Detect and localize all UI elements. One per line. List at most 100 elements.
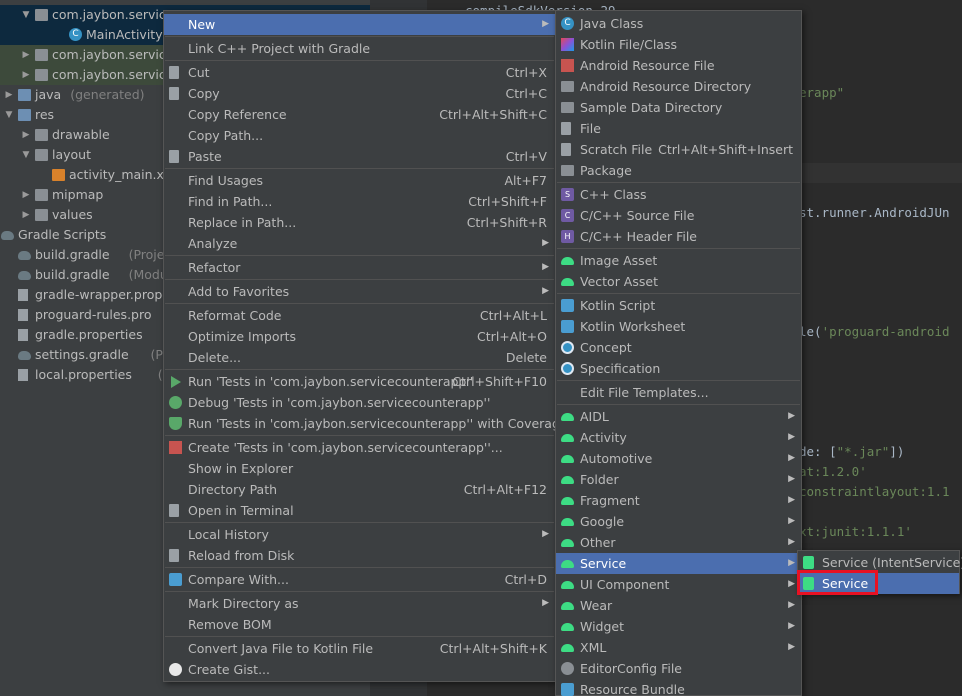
menu-item-xml[interactable]: XML ▶ — [556, 637, 801, 658]
menu-item-label: Remove BOM — [188, 617, 272, 632]
menu-item-open-in-terminal[interactable]: Open in Terminal — [164, 500, 555, 521]
menu-item-concept[interactable]: Concept — [556, 337, 801, 358]
menu-item-specification[interactable]: Specification — [556, 358, 801, 379]
menu-item-kotlin-script[interactable]: Kotlin Script — [556, 295, 801, 316]
collapse-arrow-icon[interactable]: ▶ — [21, 125, 31, 145]
collapse-arrow-icon[interactable]: ▶ — [21, 65, 31, 85]
menu-item-create-gist[interactable]: Create Gist... — [164, 659, 555, 680]
code-line: xt:junit:1.1.1' — [799, 524, 912, 539]
collapse-arrow-icon[interactable]: ▶ — [21, 45, 31, 65]
submenu-arrow-icon: ▶ — [788, 411, 795, 421]
tree-item-label: mipmap — [52, 187, 104, 202]
context-menu[interactable]: New ▶ Link C++ Project with Gradle Cut Ctrl+… — [163, 10, 568, 682]
menu-separator — [165, 60, 554, 61]
collapse-arrow-icon[interactable]: ▶ — [4, 85, 14, 105]
menu-item-fragment[interactable]: Fragment ▶ — [556, 490, 801, 511]
submenu-arrow-icon: ▶ — [542, 286, 549, 296]
menu-item-edit-file-templates[interactable]: Edit File Templates... — [556, 382, 801, 403]
menu-item-mark-directory-as[interactable]: Mark Directory as ▶ — [164, 593, 555, 614]
github-icon — [169, 663, 182, 676]
menu-item-add-to-favorites[interactable]: Add to Favorites ▶ — [164, 281, 555, 302]
menu-item-label: Concept — [580, 340, 632, 355]
menu-item-vector-asset[interactable]: Vector Asset — [556, 271, 801, 292]
android-icon — [561, 518, 574, 526]
submenu-arrow-icon: ▶ — [788, 579, 795, 589]
concept-icon — [561, 341, 574, 354]
menu-item-android-resource-file[interactable]: Android Resource File — [556, 55, 801, 76]
menu-item-label: Kotlin Worksheet — [580, 319, 686, 334]
xml-file-icon — [52, 169, 65, 181]
collapse-arrow-icon[interactable]: ▶ — [21, 205, 31, 225]
menu-item-replace-in-path[interactable]: Replace in Path... Ctrl+Shift+R — [164, 212, 555, 233]
menu-item-find-usages[interactable]: Find Usages Alt+F7 — [164, 170, 555, 191]
package-folder-icon — [35, 9, 48, 21]
menu-item-run-tests-in-com-jaybon-servicecounterapp[interactable]: Run 'Tests in 'com.jaybon.servicecounter… — [164, 371, 555, 392]
menu-item-compare-with[interactable]: Compare With... Ctrl+D — [164, 569, 555, 590]
shortcut-text: Ctrl+Alt+Shift+K — [439, 641, 547, 656]
tree-item-label: layout — [52, 147, 92, 162]
menu-item-c-c-source-file[interactable]: C C/C++ Source File — [556, 205, 801, 226]
shortcut-text: Ctrl+D — [504, 572, 547, 587]
menu-item-scratch-file[interactable]: Scratch File Ctrl+Alt+Shift+Insert — [556, 139, 801, 160]
tree-item-label: proguard-rules.pro — [35, 307, 152, 322]
submenu-arrow-icon: ▶ — [542, 19, 549, 29]
menu-item-link-c-project-with-gradle[interactable]: Link C++ Project with Gradle — [164, 38, 555, 59]
menu-item-debug-tests-in-com-jaybon-servicecounterapp[interactable]: Debug 'Tests in 'com.jaybon.servicecount… — [164, 392, 555, 413]
menu-item-copy[interactable]: Copy Ctrl+C — [164, 83, 555, 104]
menu-item-find-in-path[interactable]: Find in Path... Ctrl+Shift+F — [164, 191, 555, 212]
menu-item-run-tests-in-com-jaybon-servicecounterapp-with-coverage[interactable]: Run 'Tests in 'com.jaybon.servicecounter… — [164, 413, 568, 434]
menu-item-folder[interactable]: Folder ▶ — [556, 469, 801, 490]
menu-item-activity[interactable]: Activity ▶ — [556, 427, 801, 448]
menu-item-kotlin-worksheet[interactable]: Kotlin Worksheet — [556, 316, 801, 337]
expand-arrow-icon[interactable]: ▼ — [4, 105, 14, 125]
menu-item-c-class[interactable]: S C++ Class — [556, 184, 801, 205]
menu-item-reformat-code[interactable]: Reformat Code Ctrl+Alt+L — [164, 305, 555, 326]
menu-item-kotlin-file-class[interactable]: Kotlin File/Class — [556, 34, 801, 55]
menu-item-directory-path[interactable]: Directory Path Ctrl+Alt+F12 — [164, 479, 555, 500]
menu-item-show-in-explorer[interactable]: Show in Explorer — [164, 458, 555, 479]
menu-item-image-asset[interactable]: Image Asset — [556, 250, 801, 271]
menu-item-copy-reference[interactable]: Copy Reference Ctrl+Alt+Shift+C — [164, 104, 555, 125]
menu-item-wear[interactable]: Wear ▶ — [556, 595, 801, 616]
menu-item-java-class[interactable]: C Java Class — [556, 13, 801, 34]
menu-item-convert-java-file-to-kotlin-file[interactable]: Convert Java File to Kotlin File Ctrl+Alt… — [164, 638, 555, 659]
menu-item-paste[interactable]: Paste Ctrl+V — [164, 146, 555, 167]
menu-item-reload-from-disk[interactable]: Reload from Disk — [164, 545, 555, 566]
menu-item-optimize-imports[interactable]: Optimize Imports Ctrl+Alt+O — [164, 326, 555, 347]
menu-item-label: Local History — [188, 527, 269, 542]
menu-item-local-history[interactable]: Local History ▶ — [164, 524, 555, 545]
menu-item-new[interactable]: New ▶ — [164, 14, 555, 35]
menu-item-widget[interactable]: Widget ▶ — [556, 616, 801, 637]
expand-arrow-icon[interactable]: ▼ — [21, 5, 31, 25]
menu-item-other[interactable]: Other ▶ — [556, 532, 801, 553]
menu-item-label: Copy Path... — [188, 128, 264, 143]
menu-item-c-c-header-file[interactable]: H C/C++ Header File — [556, 226, 801, 247]
menu-item-package[interactable]: Package — [556, 160, 801, 181]
shortcut-text: Ctrl+Alt+Shift+Insert — [658, 142, 793, 157]
menu-separator — [165, 567, 554, 568]
expand-arrow-icon[interactable]: ▼ — [21, 145, 31, 165]
android-icon — [561, 497, 574, 505]
run-icon — [171, 376, 181, 388]
menu-item-android-resource-directory[interactable]: Android Resource Directory — [556, 76, 801, 97]
menu-item-remove-bom[interactable]: Remove BOM — [164, 614, 555, 635]
menu-item-service[interactable]: Service ▶ — [556, 553, 801, 574]
menu-item-label: Kotlin File/Class — [580, 37, 677, 52]
menu-item-analyze[interactable]: Analyze ▶ — [164, 233, 555, 254]
menu-item-aidl[interactable]: AIDL ▶ — [556, 406, 801, 427]
menu-item-file[interactable]: File — [556, 118, 801, 139]
menu-item-copy-path[interactable]: Copy Path... — [164, 125, 555, 146]
menu-item-refactor[interactable]: Refactor ▶ — [164, 257, 555, 278]
menu-item-resource-bundle[interactable]: Resource Bundle — [556, 679, 801, 696]
new-submenu[interactable]: C Java Class Kotlin File/Class Android Reso… — [555, 10, 802, 696]
menu-item-sample-data-directory[interactable]: Sample Data Directory — [556, 97, 801, 118]
code-line: st.runner.AndroidJUn — [799, 205, 950, 220]
collapse-arrow-icon[interactable]: ▶ — [21, 185, 31, 205]
menu-item-cut[interactable]: Cut Ctrl+X — [164, 62, 555, 83]
menu-item-ui-component[interactable]: UI Component ▶ — [556, 574, 801, 595]
menu-item-google[interactable]: Google ▶ — [556, 511, 801, 532]
menu-item-delete[interactable]: Delete... Delete — [164, 347, 555, 368]
menu-item-create-tests-in-com-jaybon-servicecounterapp[interactable]: Create 'Tests in 'com.jaybon.servicecoun… — [164, 437, 555, 458]
menu-item-automotive[interactable]: Automotive ▶ — [556, 448, 801, 469]
menu-item-editorconfig-file[interactable]: EditorConfig File — [556, 658, 801, 679]
